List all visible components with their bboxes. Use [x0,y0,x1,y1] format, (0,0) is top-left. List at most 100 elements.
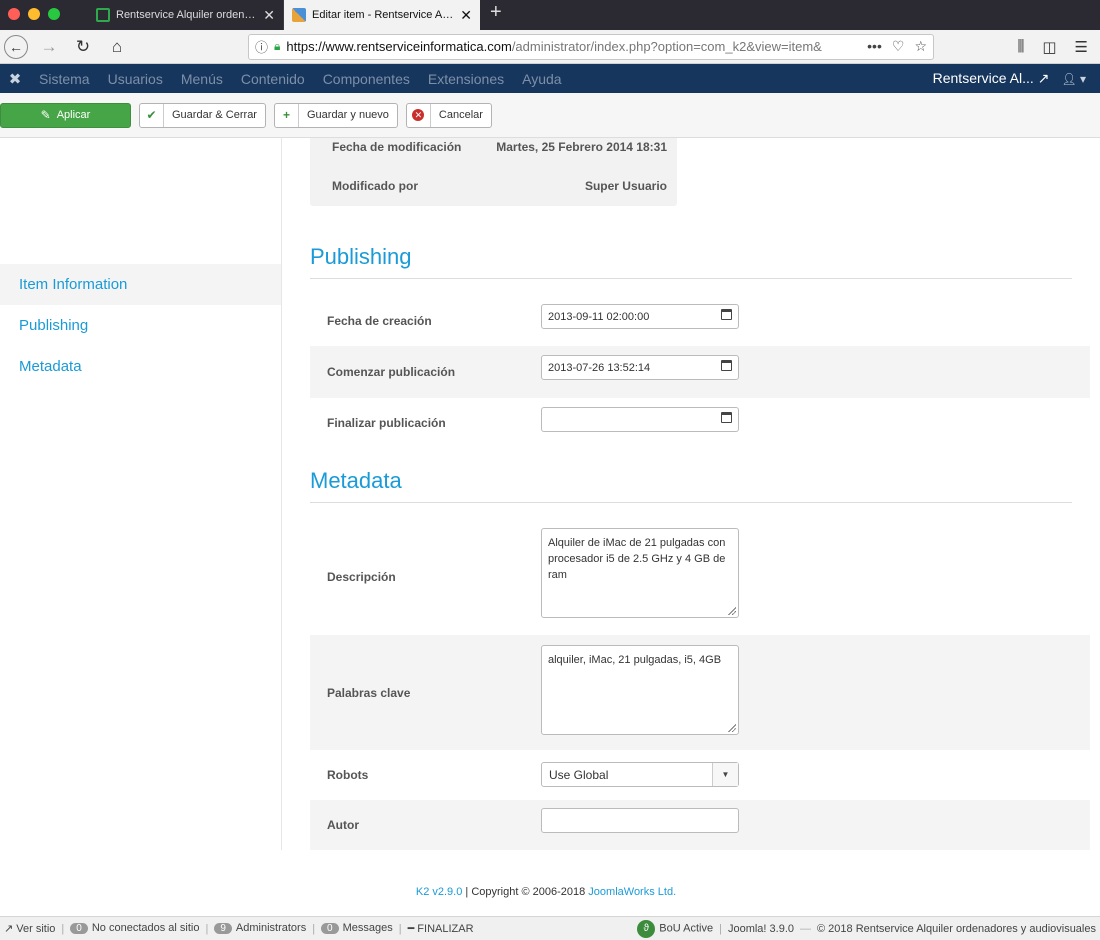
window-controls [0,8,88,30]
tab-title: Rentservice Alquiler ordenadores [116,9,257,21]
publish-up-input[interactable]: 2013-07-26 13:52:14 [541,355,739,380]
home-icon[interactable]: ⌂ [104,34,130,60]
copyright-text: | Copyright © 2006-2018 [462,886,589,898]
item-sidebar: Item Information Publishing Metadata [0,138,282,850]
modified-date-value: Martes, 25 Febrero 2014 18:31 [496,140,667,154]
modified-by-label: Modificado por [332,179,418,193]
view-site-link[interactable]: ↗ Ver sitio [4,922,55,935]
messages-link[interactable]: 0 Messages [321,922,393,936]
page-actions-icon[interactable]: ••• [867,38,882,55]
url-path: /administrator/index.php?option=com_k2&v… [511,39,822,54]
publish-down-input[interactable] [541,407,739,432]
site-copyright: © 2018 Rentservice Alquiler ordenadores … [817,922,1096,935]
keywords-textarea[interactable]: alquiler, iMac, 21 pulgadas, i5, 4GB [541,645,739,735]
sidebar-toggle-icon[interactable]: ◫ [1042,38,1056,56]
info-icon[interactable]: ⓘ [255,37,268,56]
modified-date-row: Fecha de modificación Martes, 25 Febrero… [310,130,677,164]
cancel-icon: ✕ [407,103,431,127]
messages-label: Messages [342,921,393,934]
save-new-label: Guardar y nuevo [306,109,389,121]
joomlaworks-link[interactable]: JoomlaWorks Ltd. [588,886,676,898]
url-text[interactable]: https://www.rentserviceinformatica.com/a… [286,39,861,54]
library-icon[interactable]: ⫼ [1017,38,1024,56]
external-link-icon: ↗ [1037,70,1050,86]
menu-menus[interactable]: Menús [172,71,232,87]
description-label: Descripción [327,569,396,584]
k2-version-link[interactable]: K2 v2.9.0 [416,886,462,898]
site-name-link[interactable]: Rentservice Al... ↗ [933,70,1062,87]
close-tab-icon[interactable]: ✕ [263,7,275,24]
description-textarea[interactable]: Alquiler de iMac de 21 pulgadas con proc… [541,528,739,618]
publish-down-label: Finalizar publicación [327,416,446,430]
bookmark-star-icon[interactable]: ☆ [914,38,927,55]
author-row: Autor [310,800,1090,850]
administrators-link[interactable]: 9 Administrators [214,922,306,936]
k2-favicon-icon [292,8,306,22]
robots-select[interactable]: Use Global ▼ [541,762,739,787]
forward-arrow-icon[interactable]: → [36,34,62,60]
menu-usuarios[interactable]: Usuarios [99,71,172,87]
cancel-button[interactable]: ✕ Cancelar [405,102,492,128]
reload-icon[interactable]: ↻ [70,34,96,60]
description-row: Descripción Alquiler de iMac de 21 pulga… [310,518,1090,635]
menu-ayuda[interactable]: Ayuda [513,71,570,87]
administrators-badge: 9 [214,922,232,934]
new-tab-button[interactable]: + [480,1,512,30]
user-icon[interactable]: 👤︎ ▾ [1061,72,1100,86]
joomla-logo-icon[interactable]: ✖ [0,70,30,88]
publish-down-row: Finalizar publicación [310,398,1090,448]
save-new-button[interactable]: + Guardar y nuevo [273,102,398,128]
created-date-row: Fecha de creación 2013-09-11 02:00:00 [310,296,1090,346]
publish-up-label: Comenzar publicación [327,365,456,379]
sidebar-item-metadata[interactable]: Metadata [0,346,281,387]
calendar-icon[interactable] [721,360,732,371]
apply-button[interactable]: ✎ Aplicar [0,102,131,128]
item-info-box: Fecha de modificación Martes, 25 Febrero… [310,138,677,206]
messages-badge: 0 [321,922,339,934]
plus-icon: + [275,103,299,127]
edit-icon: ✎ [40,108,51,122]
url-bar[interactable]: ⓘ 🔒︎ https://www.rentserviceinformatica.… [248,33,934,60]
url-host: https://www.rentserviceinformatica.com [286,39,512,54]
browser-tab-2[interactable]: Editar item - Rentservice Alquiler ✕ [284,0,480,30]
check-icon: ✔ [140,103,164,127]
pocket-icon[interactable]: ♡ [892,38,905,55]
k2-footer: K2 v2.9.0 | Copyright © 2006-2018 Joomla… [0,886,1092,898]
calendar-icon[interactable] [721,309,732,320]
not-connected-badge: 0 [70,922,88,934]
menu-componentes[interactable]: Componentes [314,71,419,87]
maximize-window-button[interactable] [48,8,60,20]
modified-date-label: Fecha de modificación [332,140,462,154]
minimize-window-button[interactable] [28,8,40,20]
sidebar-item-information[interactable]: Item Information [0,264,281,305]
keywords-row: Palabras clave alquiler, iMac, 21 pulgad… [310,635,1090,750]
menu-sistema[interactable]: Sistema [30,71,99,87]
close-tab-icon[interactable]: ✕ [460,7,472,24]
calendar-icon[interactable] [721,412,732,423]
created-date-label: Fecha de creación [327,314,432,328]
menu-contenido[interactable]: Contenido [232,71,314,87]
publish-up-value: 2013-07-26 13:52:14 [548,361,651,374]
robots-selected-value: Use Global [549,767,609,782]
browser-nav-bar: ← → ↻ ⌂ ⓘ 🔒︎ https://www.rentserviceinfo… [0,30,1100,64]
administrators-label: Administrators [235,921,307,934]
resize-grip-icon[interactable] [727,606,736,615]
minus-icon: ━ [407,923,415,935]
back-arrow-icon[interactable]: ← [4,34,28,59]
save-close-label: Guardar & Cerrar [172,109,257,121]
joomla-version: Joomla! 3.9.0 [727,922,794,935]
created-date-input[interactable]: 2013-09-11 02:00:00 [541,304,739,329]
bou-status[interactable]: ϑ BoU Active [637,919,714,938]
save-close-button[interactable]: ✔ Guardar & Cerrar [139,102,266,128]
menu-extensiones[interactable]: Extensiones [419,71,513,87]
cancel-label: Cancelar [438,109,483,121]
resize-grip-icon[interactable] [727,723,736,732]
browser-tab-1[interactable]: Rentservice Alquiler ordenadores ✕ [88,0,284,30]
not-connected-link[interactable]: 0 No conectados al sitio [70,922,199,936]
bou-label: BoU Active [659,922,714,934]
hamburger-menu-icon[interactable]: ☰ [1075,38,1088,56]
logout-link[interactable]: ━ FINALIZAR [408,922,474,935]
close-window-button[interactable] [8,8,20,20]
author-input[interactable] [541,808,739,833]
sidebar-item-publishing[interactable]: Publishing [0,305,281,346]
